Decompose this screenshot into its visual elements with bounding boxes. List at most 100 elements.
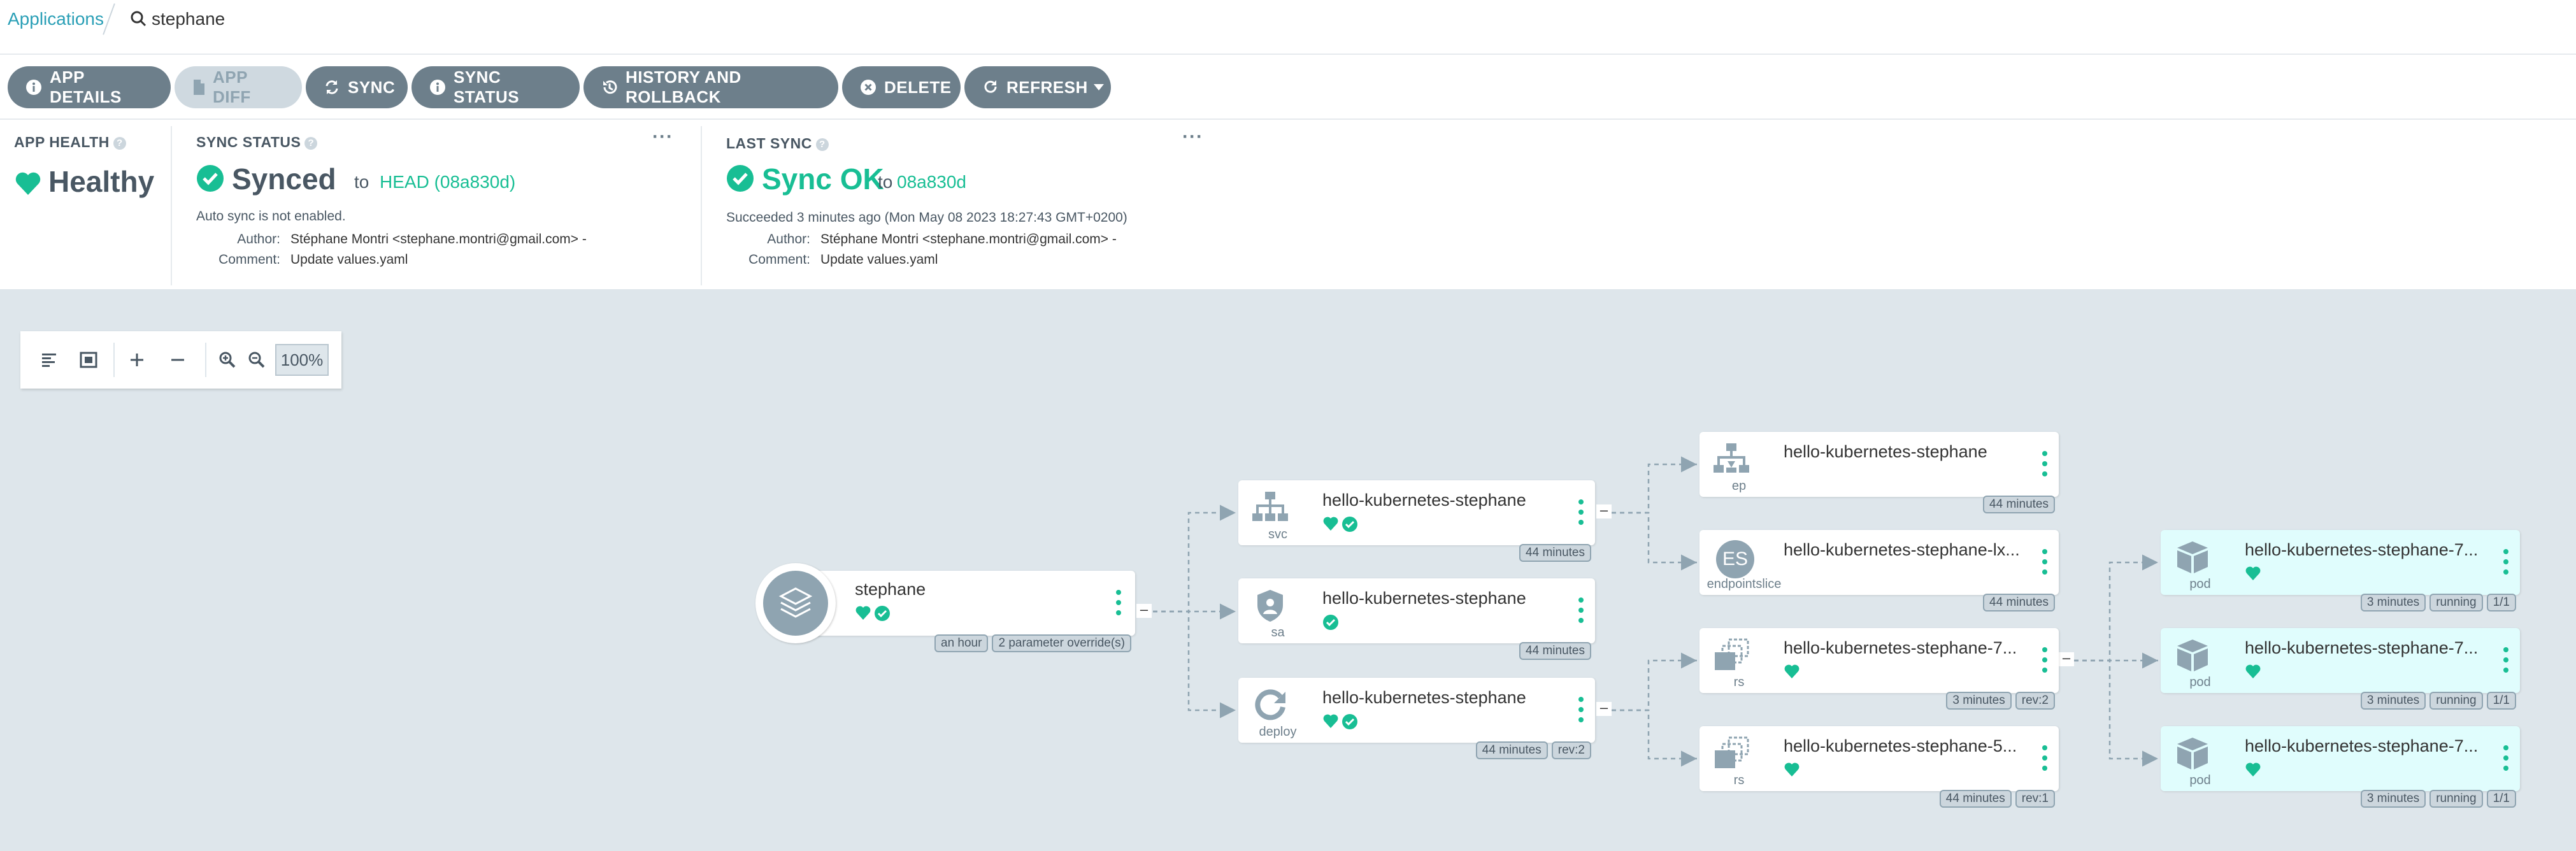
resource-node-pod[interactable]: pod hello-kubernetes-stephane-7... 3 min… xyxy=(2161,530,2520,611)
help-icon[interactable]: ? xyxy=(113,136,126,150)
breadcrumb-applications-link[interactable]: Applications xyxy=(8,9,104,29)
pod-icon xyxy=(2177,738,2208,769)
collapse-toggle[interactable]: – xyxy=(1596,503,1612,518)
check-circle-icon xyxy=(1342,714,1357,729)
info-icon xyxy=(26,80,41,95)
last-sync-to: to xyxy=(878,172,893,192)
tag: 44 minutes xyxy=(1983,594,2055,611)
app-details-label: APP DETAILS xyxy=(50,68,122,106)
tag: 3 minutes xyxy=(1946,692,2012,710)
resource-node-rs[interactable]: rs hello-kubernetes-stephane-5... 44 min… xyxy=(1699,726,2059,808)
help-icon[interactable]: ? xyxy=(304,136,318,150)
kebab-menu-icon[interactable] xyxy=(2042,646,2047,674)
kebab-menu-icon[interactable] xyxy=(1578,696,1584,724)
author-value: Stéphane Montri <stephane.montri@gmail.c… xyxy=(290,232,587,247)
refresh-button[interactable]: REFRESH xyxy=(964,66,1111,108)
collapse-toggle[interactable]: – xyxy=(1136,603,1152,618)
node-title: hello-kubernetes-stephane-lx... xyxy=(1784,540,2020,559)
app-health-title: APP HEALTH? xyxy=(14,134,126,151)
kebab-menu-icon[interactable] xyxy=(2042,548,2047,576)
app-node[interactable]: stephane an hour 2 parameter override(s) xyxy=(755,563,1135,652)
collapse-toggle[interactable]: – xyxy=(2059,651,2074,666)
node-kind: pod xyxy=(2189,675,2211,689)
kebab-menu-icon[interactable] xyxy=(1578,596,1584,624)
resource-node-pod[interactable]: pod hello-kubernetes-stephane-7... 3 min… xyxy=(2161,628,2520,710)
resource-graph: 100% – – – – stephane an hour 2 paramete… xyxy=(0,290,2576,851)
node-title: hello-kubernetes-stephane-7... xyxy=(2245,736,2479,755)
search-icon[interactable] xyxy=(130,10,147,27)
heart-icon xyxy=(2245,762,2261,776)
endpointslice-badge: ES xyxy=(1716,540,1754,578)
check-circle-icon xyxy=(197,165,224,192)
auto-sync-text: Auto sync is not enabled. xyxy=(196,209,346,224)
app-diff-button[interactable]: APP DIFF xyxy=(175,66,302,108)
node-tags: 44 minutes xyxy=(1519,642,1591,660)
tag: 1/1 xyxy=(2486,692,2516,710)
caret-down-icon xyxy=(1093,84,1104,90)
kebab-menu-icon[interactable] xyxy=(1578,498,1584,526)
collapse-toggle[interactable]: – xyxy=(1596,701,1612,716)
sync-status-title: SYNC STATUS? xyxy=(196,134,318,151)
kebab-menu-icon[interactable] xyxy=(2042,744,2047,772)
more-options-icon[interactable]: ··· xyxy=(652,126,673,148)
app-node-body[interactable]: stephane an hour 2 parameter override(s) xyxy=(796,571,1135,652)
node-tags: 3 minutes rev:2 xyxy=(1946,692,2055,710)
heart-icon xyxy=(2245,566,2261,580)
resource-node-deploy[interactable]: deploy hello-kubernetes-stephane 44 minu… xyxy=(1238,678,1595,759)
node-title: hello-kubernetes-stephane-7... xyxy=(1784,638,2017,657)
sync-revision-link[interactable]: HEAD (08a830d) xyxy=(380,172,515,192)
node-kind: pod xyxy=(2189,773,2211,787)
node-status xyxy=(1322,614,1339,631)
delete-label: DELETE xyxy=(884,77,952,97)
node-tags: 44 minutes rev:2 xyxy=(1475,741,1591,759)
kebab-menu-icon[interactable] xyxy=(2042,450,2047,478)
tag: 1/1 xyxy=(2486,594,2516,611)
node-status xyxy=(2245,762,2261,778)
node-tags: 3 minutes running 1/1 xyxy=(2360,594,2516,611)
more-options-icon[interactable]: ··· xyxy=(1182,126,1203,148)
sync-status-button[interactable]: SYNC STATUS xyxy=(411,66,580,108)
comment-value: Update values.yaml xyxy=(290,252,408,267)
resource-node-pod[interactable]: pod hello-kubernetes-stephane-7... 3 min… xyxy=(2161,726,2520,808)
layers-icon xyxy=(778,587,813,618)
heart-icon xyxy=(855,606,871,620)
divider xyxy=(701,126,702,285)
tag: running xyxy=(2429,790,2483,808)
node-kind: sa xyxy=(1271,626,1285,640)
tag: 44 minutes xyxy=(1939,790,2012,808)
resource-node-svc[interactable]: svc hello-kubernetes-stephane 44 minutes xyxy=(1238,480,1595,562)
check-circle-icon xyxy=(1323,615,1338,630)
service-icon xyxy=(1252,492,1288,521)
history-icon xyxy=(603,80,617,94)
kebab-menu-icon[interactable] xyxy=(2503,646,2508,674)
kebab-menu-icon[interactable] xyxy=(2503,744,2508,772)
last-sync-value: Sync OK xyxy=(762,162,884,196)
kebab-menu-icon[interactable] xyxy=(2503,548,2508,576)
app-details-button[interactable]: APP DETAILS xyxy=(8,66,171,108)
help-icon[interactable]: ? xyxy=(815,138,829,151)
refresh-icon xyxy=(984,80,997,93)
sync-button[interactable]: SYNC xyxy=(306,66,408,108)
node-title: hello-kubernetes-stephane xyxy=(1784,442,1987,461)
delete-button[interactable]: DELETE xyxy=(842,66,961,108)
node-title: hello-kubernetes-stephane xyxy=(1322,688,1526,707)
heart-icon xyxy=(1323,517,1338,531)
node-tags: 44 minutes xyxy=(1519,544,1591,562)
resource-node-rs[interactable]: rs hello-kubernetes-stephane-7... 3 minu… xyxy=(1699,628,2059,710)
replicaset-icon xyxy=(1715,736,1749,768)
history-rollback-button[interactable]: HISTORY AND ROLLBACK xyxy=(583,66,838,108)
resource-node-endpointslice[interactable]: ES endpointslice hello-kubernetes-stepha… xyxy=(1699,530,2059,611)
service-account-icon xyxy=(1257,590,1283,622)
author-label: Author: xyxy=(237,232,280,247)
last-sync-revision-link[interactable]: 08a830d xyxy=(897,172,966,192)
node-title: hello-kubernetes-stephane-5... xyxy=(1784,736,2017,755)
tag: rev:2 xyxy=(2015,692,2055,710)
sync-status-to: to xyxy=(354,172,369,192)
comment-label: Comment: xyxy=(218,252,280,267)
resource-node-sa[interactable]: sa hello-kubernetes-stephane 44 minutes xyxy=(1238,578,1595,660)
breadcrumb-separator xyxy=(103,3,115,35)
heart-icon xyxy=(1323,714,1338,728)
kebab-menu-icon[interactable] xyxy=(1116,589,1121,617)
tag: running xyxy=(2429,594,2483,611)
resource-node-ep[interactable]: ep hello-kubernetes-stephane 44 minutes xyxy=(1699,432,2059,513)
